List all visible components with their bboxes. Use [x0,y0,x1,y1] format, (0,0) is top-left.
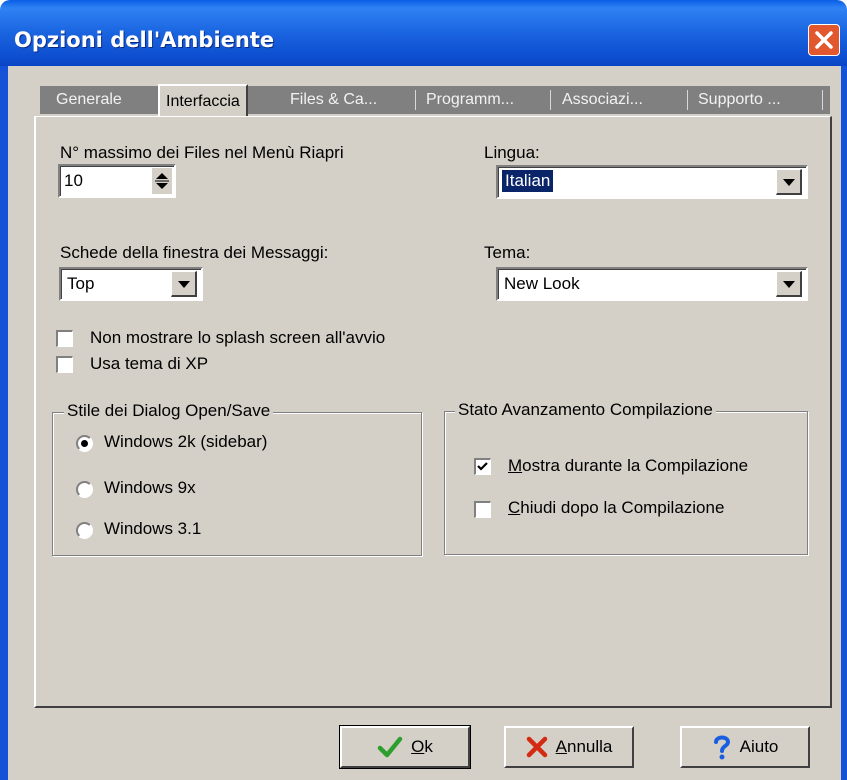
close-after-label: Chiudi dopo la Compilazione [508,498,724,518]
show-progress-label-rest: ostra durante la Compilazione [522,456,749,475]
show-progress-checkbox[interactable] [474,458,491,475]
checkmark-icon [477,462,488,471]
cancel-button[interactable]: Annulla [504,726,634,768]
language-selected: Italian [500,169,555,193]
theme-select[interactable]: New Look [496,267,808,301]
spin-arrows-icon [155,173,169,189]
theme-dropdown-button[interactable] [776,271,802,297]
tab-separator [415,90,416,110]
tab-associazioni[interactable]: Associazi... [562,86,643,114]
x-mark-icon [526,736,547,758]
checkmark-icon [377,736,403,758]
message-tabs-dropdown-button[interactable] [171,271,197,297]
options-dialog: Opzioni dell'Ambiente Generale Interfacc… [0,0,847,780]
show-progress-mnemonic: M [508,456,523,475]
ok-mnemonic: O [411,737,425,756]
close-after-mnemonic: C [508,498,521,517]
message-tabs-label: Schede della finestra dei Messaggi: [60,243,329,262]
tab-files[interactable]: Files & Ca... [290,86,377,114]
message-tabs-value: Top [67,274,95,293]
xp-theme-label: Usa tema di XP [90,354,209,373]
question-mark-icon [713,735,730,760]
theme-value: New Look [504,274,580,293]
theme-label: Tema: [484,243,531,262]
tab-separator [550,90,551,110]
splash-checkbox[interactable] [56,330,73,347]
chevron-down-icon [177,280,190,288]
language-select[interactable]: Italian [496,165,808,199]
tab-supporto[interactable]: Supporto ... [698,86,781,114]
cancel-label: Annulla [556,737,613,757]
tab-programmi[interactable]: Programm... [426,86,514,114]
ok-button[interactable]: Ok [339,725,471,769]
radio-windows-9x-label: Windows 9x [104,478,196,497]
cancel-label-rest: nnulla [566,737,613,756]
recent-files-label: N° massimo dei Files nel Menù Riapri [60,143,344,162]
compile-progress-legend: Stato Avanzamento Compilazione [455,400,716,420]
tab-separator [822,90,823,110]
close-icon [815,31,833,49]
radio-windows-2k[interactable] [76,435,93,452]
title-bar[interactable]: Opzioni dell'Ambiente [0,0,847,66]
dialog-style-legend: Stile dei Dialog Open/Save [64,401,274,421]
ok-label-rest: k [424,737,433,756]
xp-theme-checkbox[interactable] [56,356,73,373]
recent-files-value: 10 [64,171,83,190]
radio-windows-31[interactable] [76,522,93,539]
window-title: Opzioni dell'Ambiente [14,28,275,52]
radio-dot [81,440,88,447]
close-after-label-rest: hiudi dopo la Compilazione [520,498,725,517]
tab-separator [687,90,688,110]
message-tabs-select[interactable]: Top [59,267,203,301]
compile-progress-group [444,411,808,555]
close-button[interactable] [808,24,840,56]
cancel-mnemonic: A [555,737,567,756]
spinner-buttons[interactable] [152,168,172,194]
close-after-checkbox[interactable] [474,501,491,518]
language-dropdown-button[interactable] [776,169,802,195]
help-button[interactable]: Aiuto [680,726,810,768]
tab-interfaccia[interactable]: Interfaccia [158,84,248,116]
tab-generale[interactable]: Generale [56,86,122,114]
radio-windows-31-label: Windows 3.1 [104,519,202,538]
help-label: Aiuto [739,737,779,756]
radio-windows-2k-label: Windows 2k (sidebar) [104,432,268,451]
splash-label: Non mostrare lo splash screen all'avvio [90,328,386,347]
window-frame-left [0,66,8,780]
chevron-down-icon [782,280,795,288]
radio-windows-9x[interactable] [76,481,93,498]
window-frame-right [841,66,847,780]
ok-label: Ok [411,737,433,757]
language-label: Lingua: [484,143,540,162]
recent-files-spinner[interactable]: 10 [58,164,176,198]
chevron-down-icon [782,178,795,186]
show-progress-label: Mostra durante la Compilazione [508,456,748,476]
